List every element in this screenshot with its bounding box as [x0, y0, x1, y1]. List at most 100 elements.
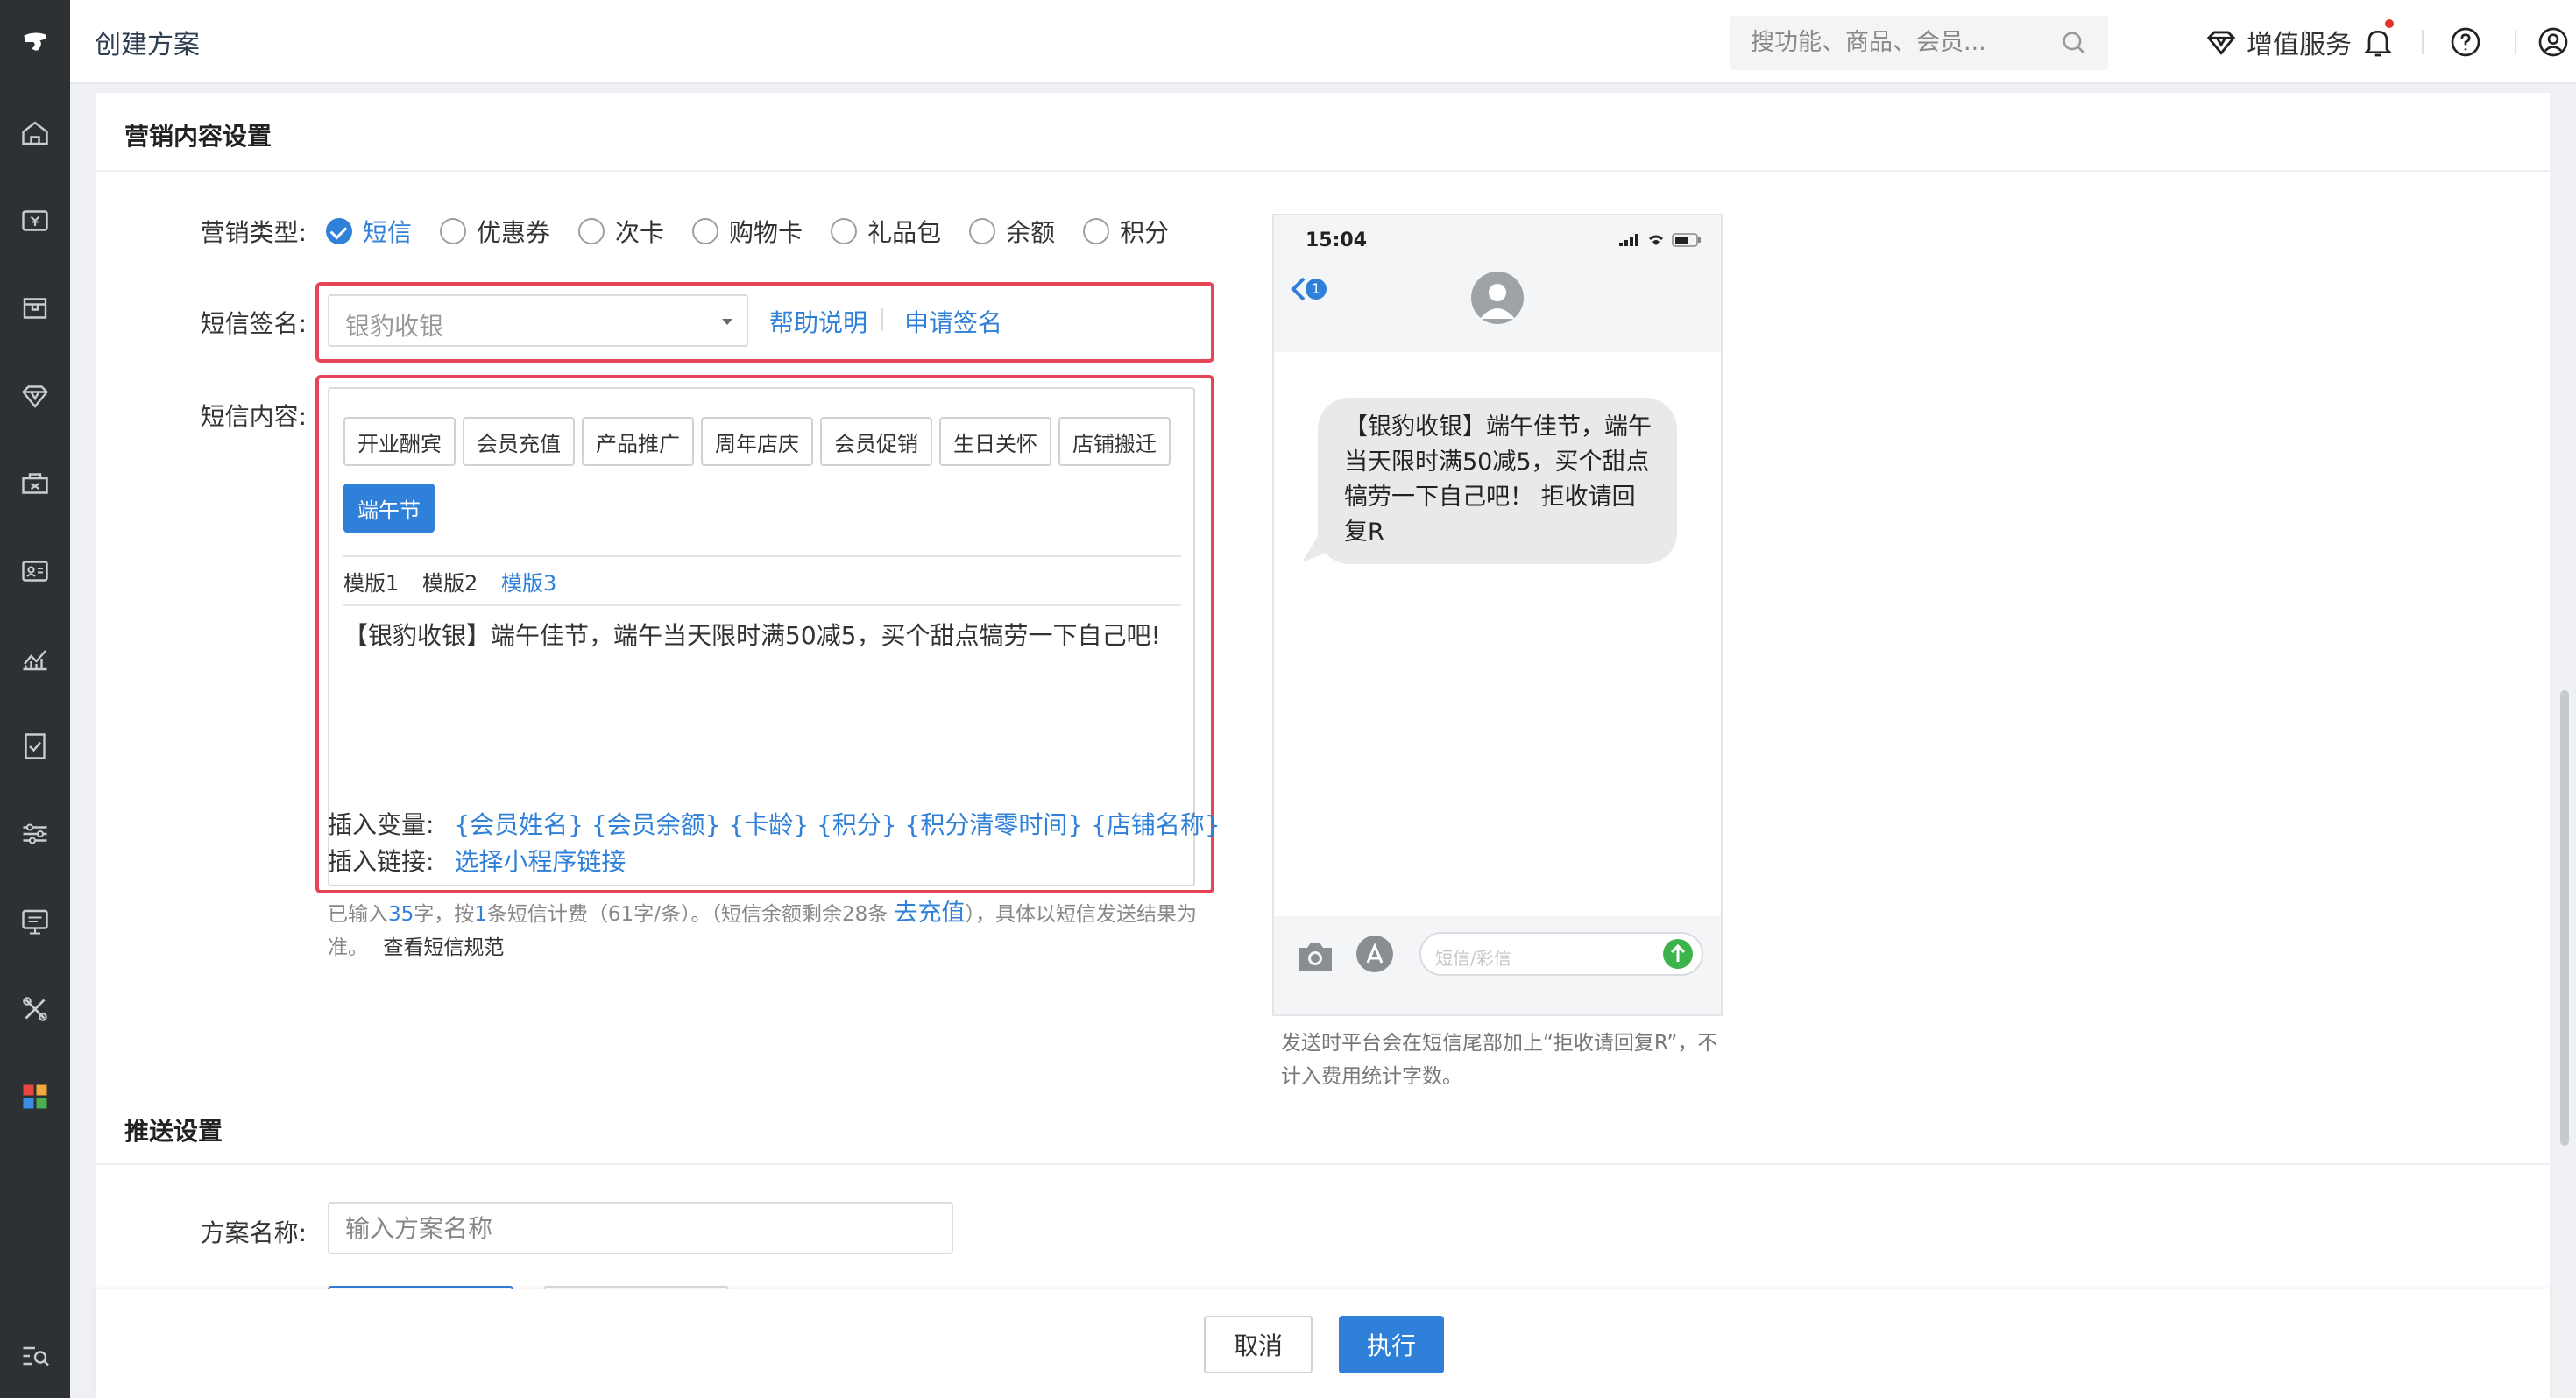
- radio-shopping-card[interactable]: 购物卡: [692, 214, 803, 249]
- wifi-icon: [1649, 235, 1663, 245]
- nav-member-icon[interactable]: [16, 377, 54, 415]
- search-icon[interactable]: [2059, 28, 2089, 58]
- nav-marketing-icon[interactable]: [16, 464, 54, 503]
- template-tab-2[interactable]: 模版2: [422, 566, 478, 597]
- nav-help-search-icon[interactable]: [16, 1337, 54, 1375]
- section-divider: [96, 170, 2550, 172]
- phone-preview: 15:04 1 【银豹收银】端午佳节，端午当天限时满50减5，买个甜点犒劳一下自…: [1272, 214, 1723, 1016]
- nav-device-icon[interactable]: [16, 902, 54, 941]
- global-search[interactable]: [1730, 16, 2108, 70]
- app-store-icon[interactable]: [1355, 934, 1395, 974]
- main-content: 营销内容设置 营销类型: 短信 优惠券 次卡 购物卡 礼品包 余额 积分 短信签…: [96, 93, 2550, 1398]
- sms-spec-link[interactable]: 查看短信规范: [383, 936, 504, 959]
- divider: [2304, 30, 2306, 54]
- signal-icon: [1619, 234, 1638, 246]
- section-divider: [96, 1163, 2550, 1165]
- variable-member-balance[interactable]: {会员余额}: [591, 810, 721, 839]
- template-tag-dragon-boat[interactable]: 端午节: [343, 484, 435, 533]
- footer-action-bar: 取消 执行: [96, 1289, 2550, 1398]
- phone-header: 15:04 1: [1274, 215, 1721, 352]
- plan-name-input[interactable]: [328, 1202, 953, 1254]
- radio-count-card[interactable]: 次卡: [578, 214, 664, 249]
- top-bar: 创建方案 增值服务: [70, 0, 2576, 84]
- marketing-type-label: 营销类型:: [200, 218, 307, 247]
- nav-product-icon[interactable]: [16, 289, 54, 328]
- phone-back-button[interactable]: 1: [1290, 275, 1327, 303]
- template-tab-divider: [343, 604, 1181, 606]
- note-text: 条短信计费（61字/条）。（短信余额剩余28条: [486, 903, 888, 926]
- template-tag-member-recharge[interactable]: 会员充值: [463, 417, 575, 466]
- variable-points-expiry[interactable]: {积分清零时间}: [905, 810, 1084, 839]
- phone-time: 15:04: [1306, 229, 1368, 251]
- template-tag-birthday[interactable]: 生日关怀: [939, 417, 1051, 466]
- template-tag-relocation[interactable]: 店铺搬迁: [1058, 417, 1171, 466]
- sms-content-textarea[interactable]: 【银豹收银】端午佳节，端午当天限时满50减5，买个甜点犒劳一下自己吧!: [343, 618, 1176, 653]
- insert-variable-row: 插入变量: {会员姓名} {会员余额} {卡龄} {积分} {积分清零时间} {…: [328, 806, 1221, 841]
- template-tag-product-promo[interactable]: 产品推广: [582, 417, 694, 466]
- send-arrow-icon[interactable]: [1663, 939, 1693, 969]
- nav-settings-icon[interactable]: [16, 815, 54, 853]
- sms-content-label: 短信内容:: [200, 402, 307, 431]
- insert-link-label: 插入链接:: [328, 847, 435, 876]
- marketing-type-radio-group: 短信 优惠券 次卡 购物卡 礼品包 余额 积分: [326, 214, 1197, 249]
- execute-button[interactable]: 执行: [1339, 1316, 1444, 1373]
- camera-icon[interactable]: [1295, 939, 1335, 974]
- template-tag-opening[interactable]: 开业酬宾: [343, 417, 456, 466]
- template-divider: [343, 555, 1181, 557]
- diamond-icon: [2206, 31, 2236, 55]
- value-added-service-label: 增值服务: [2247, 30, 2352, 60]
- help-icon[interactable]: [2448, 25, 2483, 60]
- cancel-button[interactable]: 取消: [1204, 1316, 1313, 1373]
- variable-points[interactable]: {积分}: [817, 810, 897, 839]
- back-badge: 1: [1306, 279, 1327, 300]
- nav-tools-icon[interactable]: [16, 990, 54, 1028]
- phone-message-placeholder: 短信/彩信: [1435, 948, 1511, 969]
- template-tag-anniversary[interactable]: 周年店庆: [701, 417, 813, 466]
- page-title: 创建方案: [95, 30, 200, 60]
- message-bubble: 【银豹收银】端午佳节，端午当天限时满50减5，买个甜点犒劳一下自己吧！ 拒收请回…: [1318, 398, 1677, 564]
- link-divider: [881, 308, 883, 331]
- bell-icon[interactable]: [2360, 25, 2396, 60]
- template-tab-3[interactable]: 模版3: [501, 566, 556, 597]
- variable-card-age[interactable]: {卡龄}: [728, 810, 809, 839]
- nav-finance-icon[interactable]: [16, 727, 54, 766]
- variable-member-name[interactable]: {会员姓名}: [454, 810, 584, 839]
- variable-store-name[interactable]: {店铺名称}: [1091, 810, 1221, 839]
- recharge-link[interactable]: 去充值: [895, 900, 966, 927]
- plan-name-label: 方案名称:: [200, 1218, 307, 1247]
- phone-message-input[interactable]: 短信/彩信: [1419, 932, 1703, 976]
- sms-signature-select[interactable]: 银豹收银: [328, 294, 748, 347]
- scrollbar[interactable]: [2558, 93, 2571, 1398]
- section-title-push: 推送设置: [124, 1117, 223, 1146]
- contact-avatar: [1471, 272, 1524, 324]
- user-icon[interactable]: [2536, 25, 2571, 60]
- template-tab-1[interactable]: 模版1: [343, 566, 399, 597]
- note-text: 字，按: [414, 903, 475, 926]
- phone-input-bar: 短信/彩信: [1274, 916, 1721, 1014]
- mini-program-link[interactable]: 选择小程序链接: [454, 847, 626, 876]
- radio-coupon[interactable]: 优惠券: [440, 214, 550, 249]
- search-input[interactable]: [1751, 26, 2049, 58]
- radio-balance[interactable]: 余额: [969, 214, 1055, 249]
- apply-signature-link[interactable]: 申请签名: [904, 304, 1002, 339]
- notification-dot: [2385, 19, 2394, 28]
- nav-cashier-icon[interactable]: [16, 201, 54, 240]
- nav-apps-icon[interactable]: [16, 1077, 54, 1116]
- logo[interactable]: [0, 0, 70, 84]
- nav-report-icon[interactable]: [16, 639, 54, 678]
- nav-home-icon[interactable]: [16, 114, 54, 152]
- help-link[interactable]: 帮助说明: [769, 304, 867, 339]
- phone-preview-note: 发送时平台会在短信尾部加上“拒收请回复R”，不计入费用统计字数。: [1281, 1032, 1718, 1088]
- section-title-marketing: 营销内容设置: [124, 122, 272, 151]
- scrollbar-thumb[interactable]: [2560, 690, 2569, 1146]
- insert-link-row: 插入链接: 选择小程序链接: [328, 843, 626, 878]
- radio-sms[interactable]: 短信: [326, 214, 412, 249]
- radio-gift-package[interactable]: 礼品包: [831, 214, 941, 249]
- nav-customer-card-icon[interactable]: [16, 552, 54, 590]
- value-added-service-button[interactable]: 增值服务: [2204, 23, 2352, 61]
- divider: [2422, 30, 2424, 54]
- chevron-left-icon: [1291, 277, 1306, 301]
- template-tag-member-promo[interactable]: 会员促销: [820, 417, 932, 466]
- note-text: 已输入: [328, 903, 388, 926]
- radio-points[interactable]: 积分: [1083, 214, 1169, 249]
